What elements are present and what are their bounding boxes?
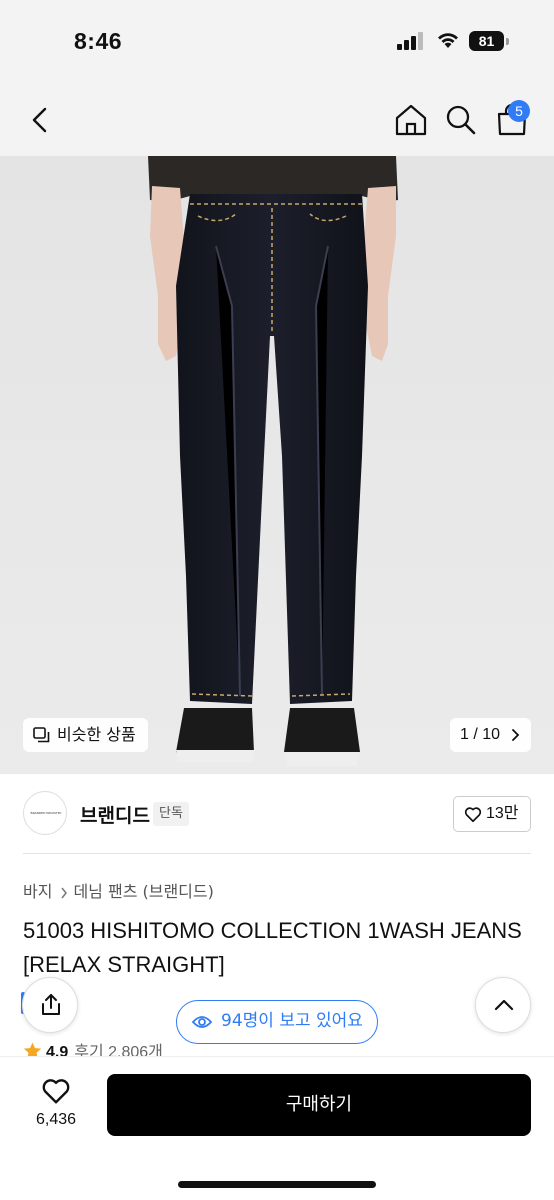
exclusive-badge: 단독 <box>153 802 189 826</box>
brand-like-count: 13만 <box>486 805 519 822</box>
home-indicator <box>178 1181 376 1188</box>
back-chevron-icon[interactable] <box>22 100 62 140</box>
wishlist-button[interactable]: 6,436 <box>24 1077 88 1137</box>
battery-tip <box>506 38 509 45</box>
chevron-right-icon <box>512 729 520 741</box>
live-viewers-text: 94명이 보고 있어요 <box>221 1011 363 1031</box>
scroll-to-top-button[interactable] <box>475 977 531 1033</box>
similar-products-button[interactable]: 비슷한 상품 <box>23 718 148 752</box>
chevron-up-icon <box>494 999 514 1011</box>
brand-name[interactable]: 브랜디드 <box>80 801 150 828</box>
brand-like-button[interactable]: 13만 <box>453 796 531 832</box>
breadcrumb-item[interactable]: 바지 <box>23 878 52 902</box>
home-icon[interactable] <box>391 100 431 140</box>
brand-logo-text: BRANDED INDUSTRY <box>30 811 62 815</box>
product-title: 51003 HISHITOMO COLLECTION 1WASH JEANS [… <box>23 918 522 977</box>
search-icon[interactable] <box>441 100 481 140</box>
eye-icon <box>192 1016 212 1028</box>
cellular-signal-icon <box>397 32 423 50</box>
divider <box>23 853 531 854</box>
wifi-icon <box>438 33 458 48</box>
breadcrumb: 바지 데님 팬츠 (브랜디드) <box>23 878 214 902</box>
product-image[interactable] <box>0 156 554 774</box>
status-time: 8:46 <box>74 28 123 54</box>
buy-button[interactable]: 구매하기 <box>107 1074 531 1136</box>
status-bar: 8:46 81 <box>0 0 554 84</box>
live-viewers-pill: 94명이 보고 있어요 <box>176 1000 378 1044</box>
share-button[interactable] <box>22 977 78 1033</box>
chevron-right-icon <box>61 887 68 898</box>
image-page-indicator[interactable]: 1 / 10 <box>450 718 531 752</box>
bottom-purchase-bar: 6,436 구매하기 <box>0 1056 554 1200</box>
jeans-illustration <box>0 156 554 774</box>
breadcrumb-item[interactable]: 데님 팬츠 (브랜디드) <box>73 878 213 902</box>
share-icon <box>42 994 60 1015</box>
page-indicator-text: 1 / 10 <box>460 726 501 743</box>
cart-count-badge: 5 <box>508 100 530 122</box>
copy-icon <box>33 727 50 743</box>
similar-products-label: 비슷한 상품 <box>57 725 136 744</box>
heart-icon <box>464 807 482 823</box>
top-nav <box>0 84 554 156</box>
battery-level: 81 <box>469 31 504 51</box>
brand-logo[interactable]: BRANDED INDUSTRY <box>23 791 67 835</box>
heart-icon <box>42 1079 70 1104</box>
battery-icon: 81 <box>469 31 509 51</box>
brand-row: BRANDED INDUSTRY 브랜디드 단독 13만 <box>0 774 554 854</box>
wishlist-count: 6,436 <box>35 1111 77 1128</box>
